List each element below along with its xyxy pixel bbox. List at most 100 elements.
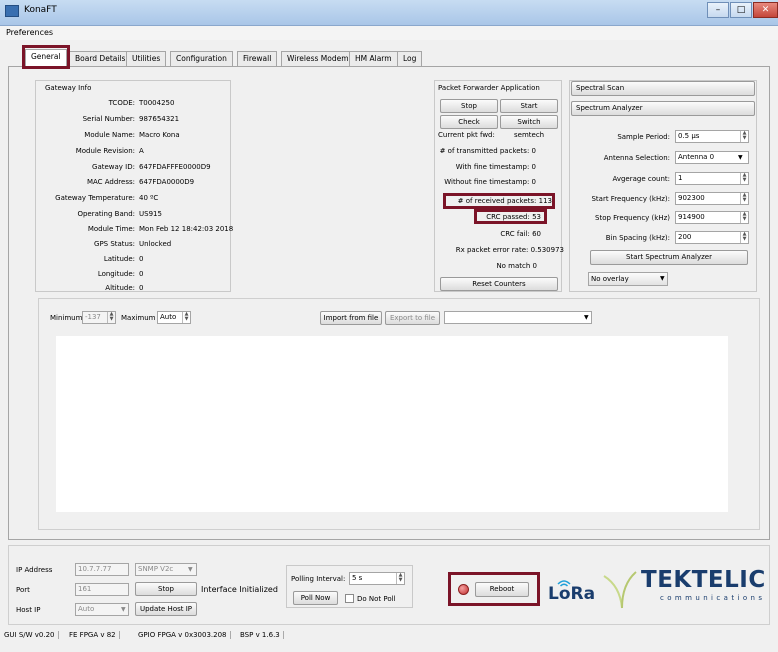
pf-start-button[interactable]: Start — [500, 99, 558, 113]
gw-label: Altitude: — [105, 284, 135, 292]
tektelic-swoosh — [600, 566, 640, 610]
average-count-spin-icon[interactable]: ▲ ▼ — [740, 173, 748, 184]
menu-bar: Preferences — [0, 26, 778, 40]
pf-stop-button[interactable]: Stop — [440, 99, 498, 113]
ip-address-label: IP Address — [16, 566, 53, 574]
poll-now-button[interactable]: Poll Now — [293, 591, 338, 605]
tab-hm-alarm[interactable]: HM Alarm — [349, 51, 398, 66]
file-select-dropdown[interactable] — [444, 311, 592, 324]
host-ip-label: Host IP — [16, 606, 41, 614]
chevron-down-icon[interactable]: ▼ — [738, 154, 743, 161]
window-title: KonaFT — [24, 5, 57, 15]
sample-period-field[interactable]: 0.5 µs — [675, 130, 749, 143]
tab-utilities[interactable]: Utilities — [126, 51, 167, 66]
pf-switch-button[interactable]: Switch — [500, 115, 558, 129]
maximize-icon[interactable]: □ — [730, 2, 752, 18]
import-from-file-button[interactable]: Import from file — [320, 311, 382, 325]
export-to-file-button[interactable]: Export to file — [385, 311, 440, 325]
start-frequency-field[interactable]: 902300 — [675, 192, 749, 205]
polling-interval-spin-icon[interactable]: ▲ ▼ — [396, 573, 404, 584]
stop-frequency-spin-icon[interactable]: ▲ ▼ — [740, 212, 748, 223]
sample-period-label: Sample Period: — [617, 133, 670, 141]
tab-general[interactable]: General — [25, 49, 67, 67]
average-count-field[interactable]: 1 — [675, 172, 749, 185]
overlay-value: No overlay — [591, 275, 629, 283]
antenna-selection-label: Antenna Selection: — [603, 154, 670, 162]
sample-period-spin-icon[interactable]: ▲ ▼ — [740, 131, 748, 142]
minimize-icon[interactable]: – — [707, 2, 729, 18]
app-icon — [5, 5, 19, 17]
packet-forwarder-heading: Packet Forwarder Application — [438, 84, 540, 92]
pf-check-button[interactable]: Check — [440, 115, 498, 129]
gw-value: US915 — [139, 210, 162, 218]
minimum-spin-icon[interactable]: ▲ ▼ — [107, 312, 115, 323]
gw-value: A — [139, 147, 144, 155]
gw-value: T0004250 — [139, 99, 175, 107]
spectrum-plot-canvas[interactable] — [56, 336, 728, 512]
do-not-poll-checkbox[interactable] — [345, 594, 354, 603]
gw-label: Gateway ID: — [92, 163, 135, 171]
menu-preferences[interactable]: Preferences — [6, 28, 53, 37]
bin-spacing-label: Bin Spacing (kHz): — [605, 234, 670, 242]
gw-label: Latitude: — [103, 255, 135, 263]
chevron-down-icon[interactable]: ▼ — [121, 606, 126, 613]
received-packets: # of received packets: 113 — [457, 197, 552, 205]
start-frequency-value: 902300 — [678, 194, 705, 202]
tab-board-details[interactable]: Board Details — [69, 51, 132, 66]
gw-label: MAC Address: — [86, 178, 135, 186]
bin-spacing-spin-icon[interactable]: ▲ ▼ — [740, 232, 748, 243]
chevron-down-icon[interactable]: ▼ — [188, 566, 193, 573]
start-spectrum-analyzer-button[interactable]: Start Spectrum Analyzer — [590, 250, 748, 265]
stop-frequency-field[interactable]: 914900 — [675, 211, 749, 224]
gw-label: Module Revision: — [75, 147, 135, 155]
start-frequency-spin-icon[interactable]: ▲ ▼ — [740, 193, 748, 204]
reboot-button[interactable]: Reboot — [475, 582, 529, 597]
gw-label: GPS Status: — [94, 240, 135, 248]
tab-firewall[interactable]: Firewall — [237, 51, 278, 66]
spectral-scan-header[interactable]: Spectral Scan — [571, 81, 755, 96]
status-gpio-fpga: GPIO FPGA v 0x3003.208 — [138, 631, 231, 639]
gw-label: Gateway Temperature: — [55, 194, 135, 202]
gw-value: 0 — [139, 270, 144, 278]
spectrum-analyzer-header[interactable]: Spectrum Analyzer — [571, 101, 755, 116]
tab-configuration[interactable]: Configuration — [170, 51, 233, 66]
gw-label: Module Time: — [87, 225, 135, 233]
start-frequency-label: Start Frequency (kHz): — [591, 195, 670, 203]
gw-label: Serial Number: — [82, 115, 135, 123]
port-field[interactable]: 161 — [75, 583, 129, 596]
crc-fail: CRC fail: 60 — [500, 230, 541, 238]
update-host-ip-button[interactable]: Update Host IP — [135, 602, 197, 616]
no-match: No match 0 — [496, 262, 537, 270]
overlay-dropdown[interactable]: No overlay — [588, 272, 668, 286]
brand-name: TEKTELIC — [641, 567, 766, 593]
reset-counters-button[interactable]: Reset Counters — [440, 277, 558, 291]
average-count-value: 1 — [678, 174, 683, 182]
transmitted-packets: # of transmitted packets: 0 — [439, 147, 536, 155]
bin-spacing-field[interactable]: 200 — [675, 231, 749, 244]
gw-value: 987654321 — [139, 115, 180, 123]
tab-wireless-modem[interactable]: Wireless Modem — [281, 51, 355, 66]
close-icon[interactable]: ✕ — [753, 2, 778, 18]
gw-value: 647FDA0000D9 — [139, 178, 195, 186]
polling-interval-label: Polling Interval: — [291, 575, 346, 583]
port-label: Port — [16, 586, 30, 594]
gw-value: 40 ºC — [139, 194, 159, 202]
tab-log[interactable]: Log — [397, 51, 423, 66]
status-fe-fpga: FE FPGA v 82 — [69, 631, 120, 639]
with-fine-timestamp: With fine timestamp: 0 — [455, 163, 536, 171]
connection-stop-button[interactable]: Stop — [135, 582, 197, 596]
ip-address-field[interactable]: 10.7.7.77 — [75, 563, 129, 576]
polling-interval-value: 5 s — [352, 574, 363, 582]
chevron-down-icon[interactable]: ▼ — [584, 314, 589, 321]
gw-value: 0 — [139, 284, 144, 292]
do-not-poll-label: Do Not Poll — [357, 595, 396, 603]
bin-spacing-value: 200 — [678, 233, 692, 241]
chevron-down-icon[interactable]: ▼ — [660, 275, 665, 282]
gw-label: Longitude: — [97, 270, 135, 278]
maximum-spin-icon[interactable]: ▲ ▼ — [182, 312, 190, 323]
host-ip-value: Auto — [78, 605, 95, 613]
lora-text: LoRa — [548, 584, 596, 604]
without-fine-timestamp: Without fine timestamp: 0 — [444, 178, 536, 186]
port-value: 161 — [78, 585, 92, 593]
ip-address-value: 10.7.7.77 — [78, 565, 112, 573]
